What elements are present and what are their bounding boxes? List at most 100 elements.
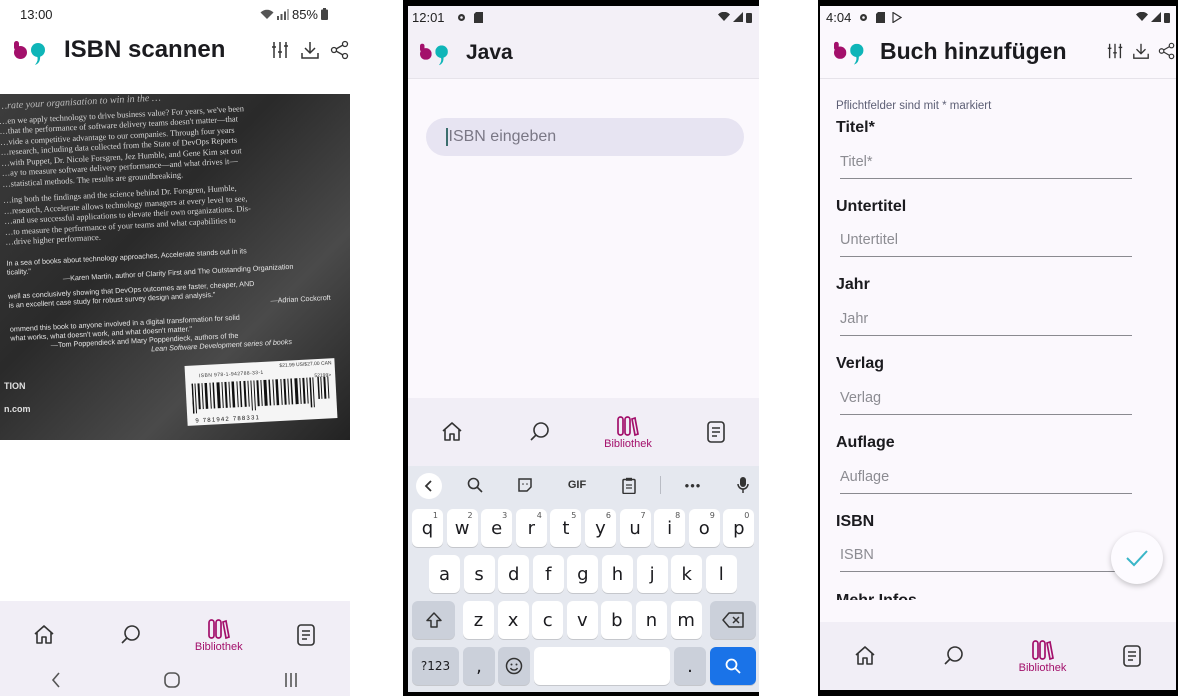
nav-list[interactable] bbox=[1092, 628, 1172, 684]
home-button-icon[interactable] bbox=[162, 670, 182, 690]
camera-preview[interactable]: …rate your organisation to win in the … … bbox=[0, 94, 350, 440]
download-icon[interactable] bbox=[1132, 42, 1150, 60]
key-o[interactable]: o9 bbox=[688, 509, 720, 547]
key-y[interactable]: y6 bbox=[585, 509, 616, 547]
isbn-barcode: $21.99 US/$27.00 CAN ISBN 978-1-942788-3… bbox=[184, 358, 338, 426]
filter-sliders-icon[interactable] bbox=[1106, 42, 1124, 60]
key-c[interactable]: c bbox=[532, 601, 564, 639]
download-icon[interactable] bbox=[300, 40, 320, 60]
sd-card-icon bbox=[876, 12, 885, 23]
status-bar: 13:00 85% bbox=[0, 0, 350, 28]
save-book-button[interactable] bbox=[1111, 532, 1163, 584]
key-r[interactable]: r4 bbox=[515, 509, 547, 547]
year-field[interactable] bbox=[840, 311, 1132, 336]
key-w[interactable]: w2 bbox=[446, 509, 478, 547]
key-b[interactable]: b bbox=[601, 601, 633, 639]
isbn-input[interactable] bbox=[840, 547, 1132, 563]
nav-library[interactable]: Bibliothek bbox=[588, 404, 668, 460]
page-title: Java bbox=[466, 41, 513, 64]
key-v[interactable]: v bbox=[566, 601, 598, 639]
status-bar: 4:04 bbox=[820, 6, 1176, 28]
emoji-key[interactable] bbox=[498, 647, 530, 685]
list-icon bbox=[707, 421, 725, 443]
shift-key[interactable] bbox=[412, 601, 455, 639]
key-s[interactable]: s bbox=[463, 555, 495, 593]
isbn-input[interactable] bbox=[448, 128, 709, 146]
filter-sliders-icon[interactable] bbox=[270, 40, 290, 60]
key-l[interactable]: l bbox=[705, 555, 737, 593]
key-a[interactable]: a bbox=[429, 555, 460, 593]
gif-button[interactable]: GIF bbox=[564, 474, 590, 496]
system-nav-bar bbox=[0, 664, 350, 696]
period-key[interactable]: . bbox=[674, 647, 706, 685]
nav-search[interactable] bbox=[914, 628, 994, 684]
signal-icon bbox=[1151, 12, 1161, 22]
back-icon[interactable] bbox=[49, 670, 63, 690]
subtitle-field[interactable] bbox=[840, 232, 1132, 257]
key-h[interactable]: h bbox=[602, 555, 633, 593]
nav-search[interactable] bbox=[91, 607, 171, 663]
share-icon[interactable] bbox=[330, 40, 350, 60]
key-j[interactable]: j bbox=[636, 555, 668, 593]
more-options-icon[interactable]: ••• bbox=[680, 474, 706, 496]
comma-key[interactable]: , bbox=[463, 647, 495, 685]
keyboard-search-button[interactable] bbox=[462, 474, 488, 496]
signal-icon bbox=[733, 12, 743, 22]
chevron-left-icon bbox=[424, 480, 432, 492]
nav-home[interactable] bbox=[412, 404, 492, 460]
symbols-key[interactable]: ?123 bbox=[412, 647, 459, 685]
title-field[interactable] bbox=[840, 154, 1132, 179]
publisher-input[interactable] bbox=[840, 390, 1132, 406]
key-d[interactable]: d bbox=[498, 555, 530, 593]
recents-icon[interactable] bbox=[281, 670, 301, 690]
backspace-key[interactable] bbox=[710, 601, 756, 639]
share-icon[interactable] bbox=[1158, 42, 1176, 60]
key-u[interactable]: u7 bbox=[619, 509, 651, 547]
backspace-icon bbox=[722, 612, 744, 628]
year-input[interactable] bbox=[840, 311, 1132, 327]
keyboard-collapse-button[interactable] bbox=[416, 473, 442, 499]
key-x[interactable]: x bbox=[497, 601, 529, 639]
key-e[interactable]: e3 bbox=[481, 509, 513, 547]
key-z[interactable]: z bbox=[463, 601, 494, 639]
key-g[interactable]: g bbox=[567, 555, 599, 593]
nav-list[interactable] bbox=[676, 404, 756, 460]
publisher-field[interactable] bbox=[840, 390, 1132, 415]
key-m[interactable]: m bbox=[670, 601, 702, 639]
settings-gear-icon bbox=[860, 14, 867, 21]
edition-field[interactable] bbox=[840, 469, 1132, 494]
key-t[interactable]: t5 bbox=[550, 509, 582, 547]
key-k[interactable]: k bbox=[671, 555, 703, 593]
key-p[interactable]: p0 bbox=[723, 509, 755, 547]
key-i[interactable]: i8 bbox=[654, 509, 686, 547]
required-fields-hint: Pflichtfelder sind mit * markiert bbox=[836, 100, 992, 112]
wifi-icon bbox=[718, 12, 730, 21]
isbn-field[interactable] bbox=[840, 547, 1132, 572]
title-input[interactable] bbox=[840, 154, 1132, 170]
voice-input-button[interactable] bbox=[730, 474, 756, 496]
nav-home[interactable] bbox=[4, 607, 84, 663]
nav-home[interactable] bbox=[825, 628, 905, 684]
nav-library[interactable]: Bibliothek bbox=[1003, 628, 1083, 684]
space-key[interactable] bbox=[534, 647, 670, 685]
nav-library-label: Bibliothek bbox=[604, 437, 652, 450]
key-t-hint: 5 bbox=[571, 511, 577, 520]
search-icon bbox=[530, 422, 549, 441]
subtitle-input[interactable] bbox=[840, 232, 1132, 248]
phone-isbn-entry: 12:01 Java ISBN eingeben Bibliothek GIF … bbox=[403, 0, 759, 696]
nav-search[interactable] bbox=[500, 404, 580, 460]
search-submit-key[interactable] bbox=[710, 647, 756, 685]
key-q[interactable]: q1 bbox=[412, 509, 443, 547]
clipboard-button[interactable] bbox=[616, 474, 642, 496]
sticker-button[interactable] bbox=[512, 474, 538, 496]
isbn-search-field[interactable] bbox=[426, 118, 744, 156]
key-f[interactable]: f bbox=[532, 555, 564, 593]
key-n[interactable]: n bbox=[636, 601, 667, 639]
nav-library[interactable]: Bibliothek bbox=[179, 607, 259, 663]
library-icon bbox=[1031, 639, 1054, 660]
edition-input[interactable] bbox=[840, 469, 1132, 485]
nav-list[interactable] bbox=[266, 607, 346, 663]
list-icon bbox=[1122, 645, 1141, 667]
publisher-label: Verlag bbox=[836, 355, 885, 372]
settings-gear-icon bbox=[458, 14, 465, 21]
